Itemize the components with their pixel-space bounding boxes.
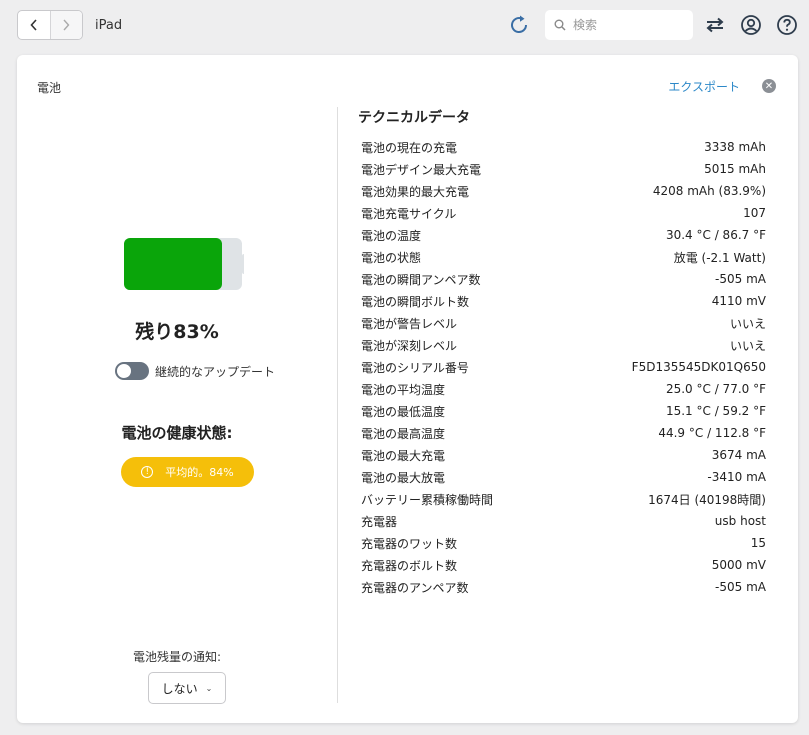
technical-data-value: 30.4 °C / 86.7 °F bbox=[665, 228, 766, 242]
technical-data-row: バッテリー累積稼働時間 1674日 (40198時間) bbox=[361, 488, 766, 510]
technical-data-row: 電池デザイン最大充電 5015 mAh bbox=[361, 158, 766, 180]
technical-data-row: 電池が深刻レベル いいえ bbox=[361, 334, 766, 356]
top-toolbar: iPad bbox=[0, 0, 809, 52]
technical-data-row: 電池の最大充電 3674 mA bbox=[361, 444, 766, 466]
technical-data-value: 44.9 °C / 112.8 °F bbox=[658, 426, 766, 440]
technical-data-value: 5000 mV bbox=[711, 558, 766, 572]
technical-data-value: 5015 mAh bbox=[704, 162, 766, 176]
search-input[interactable] bbox=[571, 17, 685, 33]
technical-data-value: いいえ bbox=[729, 316, 766, 331]
refresh-icon[interactable] bbox=[507, 13, 531, 37]
technical-data-row: 充電器 usb host bbox=[361, 510, 766, 532]
technical-data-row: 電池の最低温度 15.1 °C / 59.2 °F bbox=[361, 400, 766, 422]
continuous-update-label: 継続的なアップデート bbox=[155, 364, 276, 379]
technical-data-label: 電池の最低温度 bbox=[361, 404, 446, 419]
technical-data-label: バッテリー累積稼働時間 bbox=[361, 492, 494, 507]
close-icon[interactable]: ✕ bbox=[762, 79, 776, 93]
battery-notification-select[interactable]: しない ⌄ bbox=[148, 672, 226, 704]
technical-data-row: 電池効果的最大充電 4208 mAh (83.9%) bbox=[361, 180, 766, 202]
technical-data-row: 電池のシリアル番号 F5D135545DK01Q650 bbox=[361, 356, 766, 378]
technical-data-label: 電池の最高温度 bbox=[361, 426, 446, 441]
technical-data-value: 3338 mAh bbox=[704, 140, 766, 154]
technical-data-value: -505 mA bbox=[715, 580, 766, 594]
technical-data-value: 107 bbox=[743, 206, 766, 220]
technical-data-row: 充電器のボルト数 5000 mV bbox=[361, 554, 766, 576]
technical-data-label: 電池充電サイクル bbox=[361, 206, 457, 221]
technical-data-label: 電池デザイン最大充電 bbox=[361, 162, 482, 177]
battery-notification-value: しない bbox=[161, 681, 198, 696]
account-icon[interactable] bbox=[740, 14, 762, 36]
continuous-update-toggle[interactable] bbox=[115, 362, 149, 380]
technical-data-row: 充電器のワット数 15 bbox=[361, 532, 766, 554]
chevron-right-icon bbox=[63, 19, 70, 31]
continuous-update-row: 継続的なアップデート bbox=[115, 362, 275, 380]
technical-data-label: 電池の温度 bbox=[361, 228, 422, 243]
battery-notification-label: 電池残量の通知: bbox=[132, 650, 222, 664]
technical-data-row: 電池充電サイクル 107 bbox=[361, 202, 766, 224]
technical-data-value: -3410 mA bbox=[707, 470, 766, 484]
technical-data-label: 充電器 bbox=[361, 514, 398, 529]
technical-data-value: 4208 mAh (83.9%) bbox=[652, 184, 766, 198]
battery-remaining: 残り83% bbox=[135, 321, 219, 343]
technical-data-label: 電池の最大放電 bbox=[361, 470, 446, 485]
chevron-left-icon bbox=[30, 19, 37, 31]
technical-data-row: 電池の現在の充電 3338 mAh bbox=[361, 136, 766, 158]
forward-button[interactable] bbox=[49, 11, 82, 39]
battery-health-badge: ! 平均的。84% bbox=[121, 457, 254, 487]
transfer-icon[interactable] bbox=[704, 14, 726, 36]
technical-data-label: 電池のシリアル番号 bbox=[361, 360, 469, 375]
technical-data-row: 電池の温度 30.4 °C / 86.7 °F bbox=[361, 224, 766, 246]
technical-data-label: 電池の状態 bbox=[361, 250, 422, 265]
technical-data-value: いいえ bbox=[729, 338, 766, 353]
technical-data-label: 電池の瞬間アンペア数 bbox=[361, 272, 481, 287]
technical-data-label: 電池効果的最大充電 bbox=[361, 184, 470, 199]
technical-data-label: 充電器のワット数 bbox=[361, 536, 458, 551]
search-box[interactable] bbox=[545, 10, 693, 40]
technical-data-value: 4110 mV bbox=[711, 294, 766, 308]
technical-data-row: 電池の平均温度 25.0 °C / 77.0 °F bbox=[361, 378, 766, 400]
battery-health-value: 平均的。84% bbox=[165, 466, 234, 479]
technical-data-row: 電池の状態 放電 (-2.1 Watt) bbox=[361, 246, 766, 268]
technical-data-row: 充電器のアンペア数 -505 mA bbox=[361, 576, 766, 598]
technical-data-value: -505 mA bbox=[715, 272, 766, 286]
technical-data-row: 電池の最大放電 -3410 mA bbox=[361, 466, 766, 488]
chevron-down-icon: ⌄ bbox=[205, 683, 213, 693]
technical-data-label: 電池が深刻レベル bbox=[361, 338, 458, 353]
technical-data-label: 充電器のアンペア数 bbox=[361, 580, 469, 595]
technical-data-value: usb host bbox=[714, 514, 766, 528]
battery-summary: 残り83% 継続的なアップデート 電池の健康状態: ! 平均的。84% 電池残量… bbox=[17, 55, 337, 723]
navigation-buttons bbox=[17, 10, 83, 40]
battery-icon bbox=[124, 238, 244, 290]
technical-data-row: 電池の瞬間アンペア数 -505 mA bbox=[361, 268, 766, 290]
warning-icon: ! bbox=[141, 466, 154, 478]
technical-data-value: 放電 (-2.1 Watt) bbox=[673, 250, 766, 265]
back-button[interactable] bbox=[18, 11, 50, 39]
technical-data-value: 15.1 °C / 59.2 °F bbox=[665, 404, 766, 418]
technical-data-value: 15 bbox=[750, 536, 766, 550]
panel-divider bbox=[337, 107, 338, 703]
help-icon[interactable] bbox=[776, 14, 798, 36]
technical-data-title: テクニカルデータ bbox=[358, 110, 470, 126]
technical-data-value: 1674日 (40198時間) bbox=[648, 492, 766, 507]
technical-data-label: 電池が警告レベル bbox=[361, 316, 458, 331]
technical-data-row: 電池が警告レベル いいえ bbox=[361, 312, 766, 334]
toggle-knob bbox=[117, 364, 131, 378]
export-link[interactable]: エクスポート bbox=[668, 78, 740, 95]
technical-data-list: 電池の現在の充電 3338 mAh 電池デザイン最大充電 5015 mAh 電池効果的最… bbox=[361, 136, 766, 598]
technical-data-row: 電池の最高温度 44.9 °C / 112.8 °F bbox=[361, 422, 766, 444]
technical-data-label: 電池の最大充電 bbox=[361, 448, 446, 463]
device-name: iPad bbox=[95, 18, 123, 33]
technical-data-row: 電池の瞬間ボルト数 4110 mV bbox=[361, 290, 766, 312]
search-icon bbox=[554, 19, 566, 31]
technical-data-value: F5D135545DK01Q650 bbox=[631, 360, 766, 374]
battery-panel: 電池 エクスポート ✕ 残り83% 継続的なアップデート 電池の健康状態: ! … bbox=[17, 55, 798, 723]
technical-data-label: 電池の瞬間ボルト数 bbox=[361, 294, 470, 309]
technical-data-label: 電池の平均温度 bbox=[361, 382, 446, 397]
technical-data-value: 3674 mA bbox=[711, 448, 766, 462]
technical-data-label: 充電器のボルト数 bbox=[361, 558, 458, 573]
technical-data-label: 電池の現在の充電 bbox=[361, 140, 458, 155]
battery-health-title: 電池の健康状態: bbox=[121, 424, 233, 442]
technical-data-value: 25.0 °C / 77.0 °F bbox=[665, 382, 766, 396]
